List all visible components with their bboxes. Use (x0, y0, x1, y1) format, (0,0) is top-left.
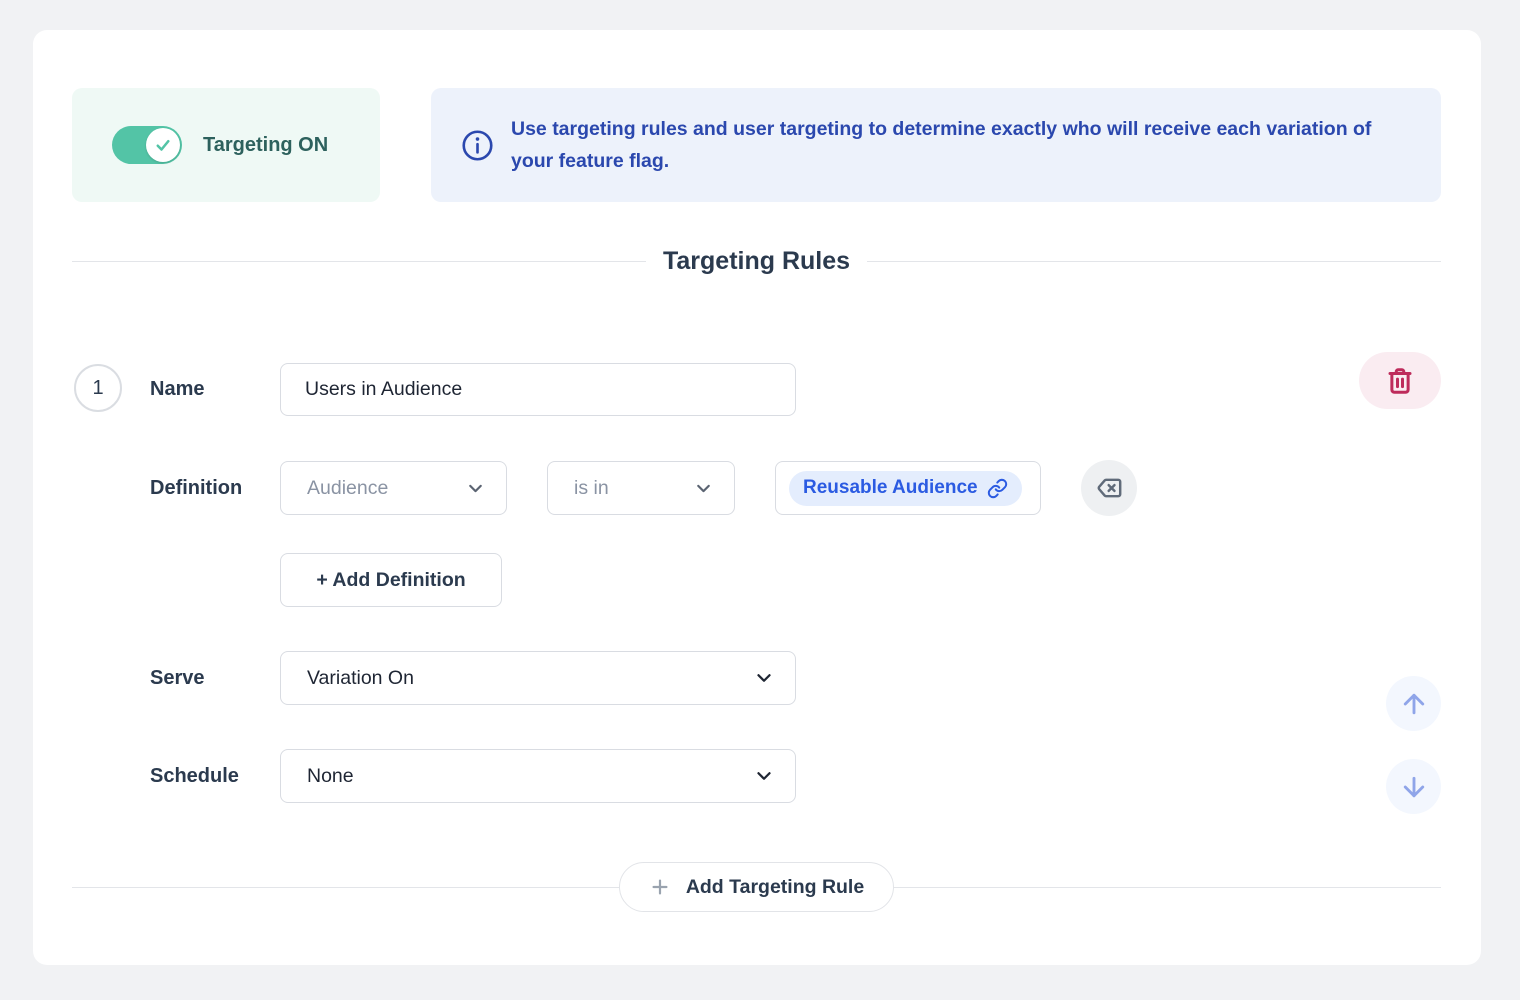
link-icon (987, 478, 1008, 499)
targeting-status-label: Targeting ON (203, 134, 328, 157)
delete-rule-button[interactable] (1359, 352, 1441, 409)
chevron-down-icon (693, 478, 714, 499)
backspace-icon (1095, 474, 1123, 502)
section-title: Targeting Rules (663, 247, 850, 276)
add-targeting-rule-label: Add Targeting Rule (686, 876, 864, 899)
check-icon (154, 136, 172, 154)
arrow-up-icon (1399, 689, 1429, 719)
definition-label: Definition (150, 461, 242, 515)
chevron-down-icon (753, 667, 775, 689)
add-targeting-rule-button[interactable]: Add Targeting Rule (619, 862, 894, 912)
targeting-toggle[interactable] (112, 126, 182, 164)
chevron-down-icon (753, 765, 775, 787)
targeting-card: Targeting ON Use targeting rules and use… (33, 30, 1481, 965)
toggle-knob (146, 128, 180, 162)
rule-name-input[interactable] (280, 363, 796, 416)
reusable-audience-chip[interactable]: Reusable Audience (789, 471, 1022, 506)
footer-divider-row: Add Targeting Rule (72, 862, 1441, 912)
serve-dropdown[interactable]: Variation On (280, 651, 796, 705)
rule-number-badge: 1 (74, 364, 122, 412)
definition-subject-dropdown[interactable]: Audience (280, 461, 507, 515)
divider-line (72, 887, 619, 888)
divider-line (867, 261, 1441, 262)
schedule-dropdown[interactable]: None (280, 749, 796, 803)
definition-value-field[interactable]: Reusable Audience (775, 461, 1041, 515)
chevron-down-icon (465, 478, 486, 499)
serve-label: Serve (150, 651, 205, 705)
section-divider: Targeting Rules (72, 244, 1441, 278)
reusable-audience-chip-label: Reusable Audience (803, 477, 978, 499)
schedule-label: Schedule (150, 749, 239, 803)
clear-definition-button[interactable] (1081, 460, 1137, 516)
info-banner: Use targeting rules and user targeting t… (431, 88, 1441, 202)
info-icon (461, 129, 494, 162)
definition-comparator-dropdown[interactable]: is in (547, 461, 735, 515)
name-label: Name (150, 362, 204, 416)
schedule-value: None (307, 765, 753, 788)
trash-icon (1385, 366, 1415, 396)
divider-line (894, 887, 1441, 888)
info-banner-text: Use targeting rules and user targeting t… (511, 113, 1396, 177)
plus-icon (649, 876, 671, 898)
serve-value: Variation On (307, 667, 753, 690)
targeting-status-panel: Targeting ON (72, 88, 380, 202)
divider-line (72, 261, 646, 262)
arrow-down-icon (1399, 772, 1429, 802)
move-rule-up-button[interactable] (1386, 676, 1441, 731)
move-rule-down-button[interactable] (1386, 759, 1441, 814)
definition-subject-value: Audience (307, 477, 465, 500)
add-definition-button[interactable]: + Add Definition (280, 553, 502, 607)
definition-comparator-value: is in (574, 477, 693, 500)
